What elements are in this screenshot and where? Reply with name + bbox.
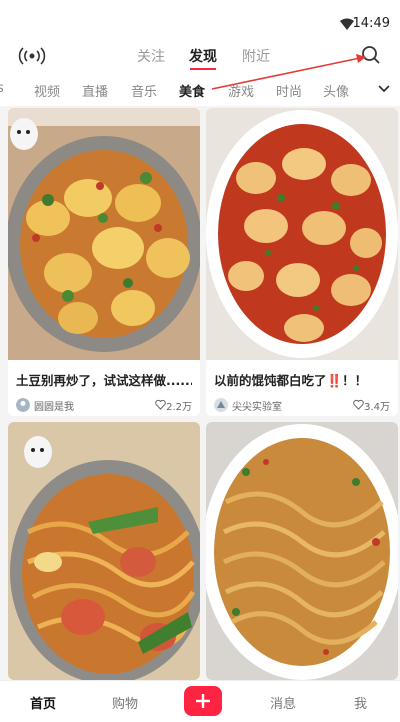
heart-icon[interactable] xyxy=(155,399,166,410)
tab-me[interactable]: 我 xyxy=(354,693,367,712)
tab-follow[interactable]: 关注 xyxy=(137,46,165,66)
potato-dish-photo xyxy=(8,108,200,360)
note-title: 土豆别再炒了，试试这样做...... xyxy=(16,373,192,388)
noodle-chili-photo xyxy=(206,422,398,680)
note-card[interactable]: 土豆别再炒了，试试这样做...... 圆圆是我 2.2万 xyxy=(8,108,200,416)
status-bar: 14:49 xyxy=(0,0,400,40)
note-title: 以前的馄饨都白吃了‼️！！ xyxy=(214,373,368,388)
tab-messages[interactable]: 消息 xyxy=(270,693,296,712)
tab-shopping[interactable]: 购物 xyxy=(112,693,138,712)
bottom-tab-bar: 首页 购物 消息 我 xyxy=(0,680,400,722)
avatar[interactable] xyxy=(214,398,228,412)
note-meta: 尖尖实验室 3.4万 xyxy=(214,396,390,414)
live-broadcast-icon[interactable] xyxy=(18,44,46,68)
tab-home[interactable]: 首页 xyxy=(30,693,56,712)
author-name[interactable]: 尖尖实验室 xyxy=(232,398,282,413)
noodle-stirfry-photo xyxy=(8,422,200,680)
post-button[interactable] xyxy=(184,686,222,716)
chevron-down-icon[interactable] xyxy=(376,82,392,96)
category-music[interactable]: 音乐 xyxy=(131,81,157,100)
category-food[interactable]: 美食 xyxy=(179,81,205,100)
plus-icon xyxy=(196,694,210,708)
feed: 土豆别再炒了，试试这样做...... 圆圆是我 2.2万 以前的馄饨都白吃了‼️… xyxy=(0,106,400,680)
tab-discover[interactable]: 发现 xyxy=(189,46,217,66)
top-nav: 关注 发现 附近 xyxy=(0,40,400,74)
category-scroll-edge: s xyxy=(0,81,4,96)
status-time: 14:49 xyxy=(352,16,390,31)
category-bar: s 视频 直播 音乐 美食 游戏 时尚 头像 xyxy=(0,74,400,106)
category-games[interactable]: 游戏 xyxy=(228,81,254,100)
note-meta: 圆圆是我 2.2万 xyxy=(16,396,192,414)
note-card[interactable] xyxy=(8,422,200,680)
author-name[interactable]: 圆圆是我 xyxy=(34,398,74,413)
tab-nearby[interactable]: 附近 xyxy=(242,46,270,66)
category-avatar[interactable]: 头像 xyxy=(323,81,349,100)
like-count: 3.4万 xyxy=(364,402,390,413)
search-icon[interactable] xyxy=(360,44,382,66)
note-card[interactable]: 以前的馄饨都白吃了‼️！！ 尖尖实验室 3.4万 xyxy=(206,108,398,416)
category-fashion[interactable]: 时尚 xyxy=(276,81,302,100)
avatar[interactable] xyxy=(16,398,30,412)
note-card[interactable] xyxy=(206,422,398,680)
active-tab-indicator xyxy=(190,68,216,70)
like-count: 2.2万 xyxy=(166,402,192,413)
category-video[interactable]: 视频 xyxy=(34,81,60,100)
category-live[interactable]: 直播 xyxy=(82,81,108,100)
heart-icon[interactable] xyxy=(353,399,364,410)
wonton-dish-photo xyxy=(206,108,398,360)
